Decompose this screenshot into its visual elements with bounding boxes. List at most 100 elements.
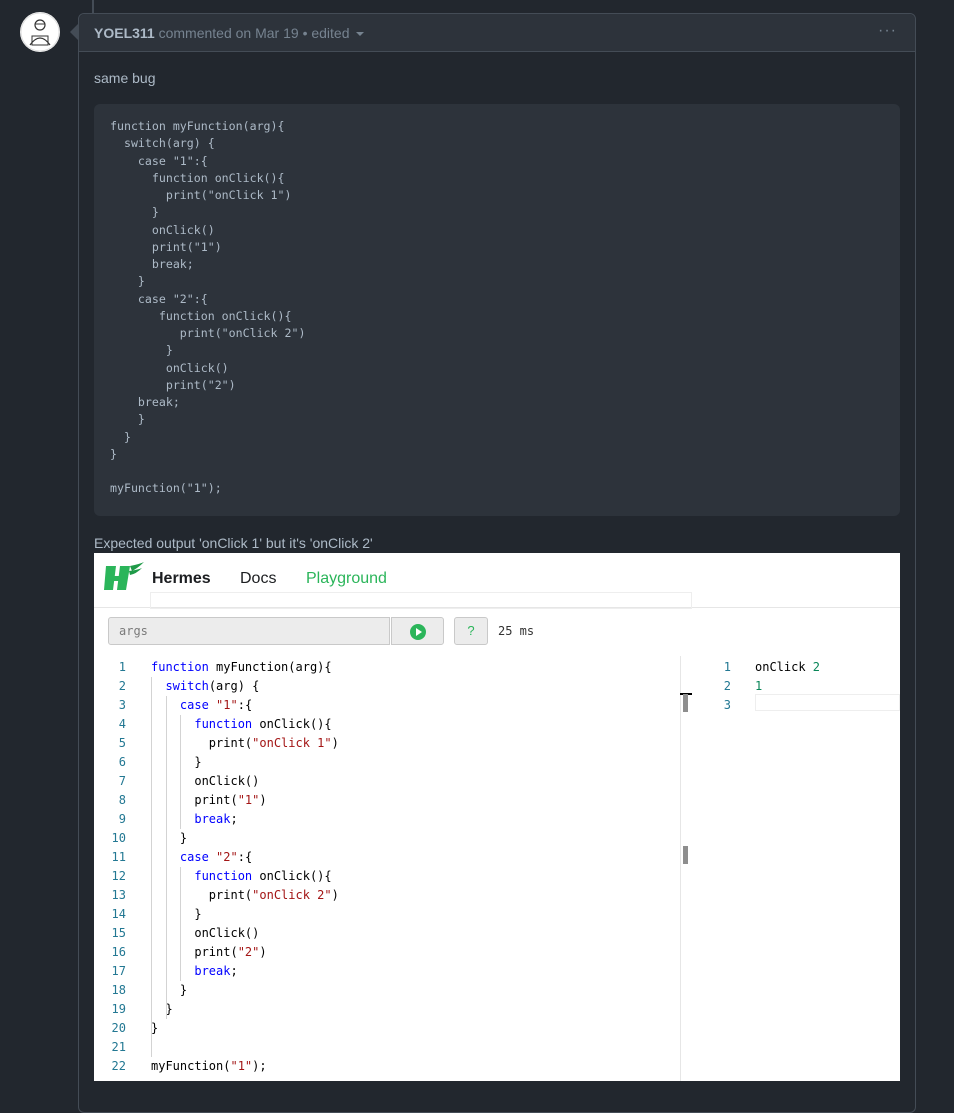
- line-number: 3: [118, 698, 126, 712]
- comment-box: YOEL311 commented on Mar 19 • edited ···…: [78, 13, 916, 1113]
- help-button[interactable]: ?: [454, 617, 488, 645]
- line-number: 7: [118, 774, 126, 788]
- run-button[interactable]: [391, 617, 444, 645]
- line-code: function onClick(){: [194, 869, 332, 883]
- comment-action[interactable]: commented on Mar 19: [159, 25, 299, 41]
- line-number: 1: [723, 660, 731, 674]
- editor-line[interactable]: 21: [94, 1038, 680, 1057]
- line-number: 21: [111, 1040, 126, 1054]
- editor-line[interactable]: 19 }: [94, 1000, 680, 1019]
- line-code: function onClick(){: [194, 717, 332, 731]
- play-triangle: [416, 628, 422, 636]
- indent-guide: [166, 696, 167, 1019]
- line-number: 14: [111, 907, 126, 921]
- editor-line[interactable]: 6 }: [94, 753, 680, 772]
- line-number: 4: [118, 717, 126, 731]
- line-number: 13: [111, 888, 126, 902]
- edited-dropdown[interactable]: edited: [311, 25, 364, 41]
- current-line-highlight: [150, 592, 692, 609]
- line-number: 3: [723, 698, 731, 712]
- line-number: 20: [111, 1021, 126, 1035]
- line-number: 18: [111, 983, 126, 997]
- editor-line[interactable]: 14 }: [94, 905, 680, 924]
- code-block: function myFunction(arg){ switch(arg) { …: [94, 104, 900, 516]
- comment-header: YOEL311 commented on Mar 19 • edited ···: [79, 14, 915, 52]
- comment-meta: YOEL311 commented on Mar 19 • edited: [94, 25, 364, 41]
- editor-line[interactable]: 8 print("1"): [94, 791, 680, 810]
- line-code: onClick(): [151, 926, 260, 940]
- embedded-screenshot[interactable]: Hermes Docs Playground args ? 25 ms 1 fun…: [94, 553, 900, 1081]
- line-number: 10: [111, 831, 126, 845]
- indent-guide: [180, 867, 181, 981]
- line-code: }: [151, 983, 188, 997]
- output-text: 1: [755, 679, 763, 693]
- brand-name[interactable]: Hermes: [152, 570, 211, 588]
- editor-line[interactable]: 2 switch(arg) {: [94, 677, 680, 696]
- line-code: }: [151, 1002, 173, 1016]
- line-code: }: [151, 755, 202, 769]
- line-code: myFunction("1");: [151, 1059, 267, 1073]
- editor-line[interactable]: 9 break;: [94, 810, 680, 829]
- execution-time: 25 ms: [498, 624, 535, 638]
- editor-divider[interactable]: [680, 656, 681, 1081]
- line-number: 17: [111, 964, 126, 978]
- output-line: 3: [681, 696, 900, 715]
- editor-line[interactable]: 16 print("2"): [94, 943, 680, 962]
- editor-line[interactable]: 10 }: [94, 829, 680, 848]
- code-editor[interactable]: 1 function myFunction(arg){ 2 switch(arg) …: [94, 656, 680, 1081]
- editor-line[interactable]: 20}: [94, 1019, 680, 1038]
- line-code: }: [151, 831, 188, 845]
- nav-docs-link[interactable]: Docs: [240, 570, 276, 588]
- line-number: 15: [111, 926, 126, 940]
- editor-line[interactable]: 3 case "1":{: [94, 696, 680, 715]
- editor-line[interactable]: 11 case "2":{: [94, 848, 680, 867]
- hermes-logo-icon[interactable]: [104, 562, 144, 594]
- more-options-button[interactable]: ···: [878, 22, 897, 40]
- line-number: 8: [118, 793, 126, 807]
- editor-line[interactable]: 22 myFunction("1");: [94, 1057, 680, 1076]
- comment-author[interactable]: YOEL311: [94, 25, 155, 41]
- line-number: 16: [111, 945, 126, 959]
- line-number: 12: [111, 869, 126, 883]
- comment-text: same bug: [94, 70, 156, 86]
- line-code: break;: [194, 964, 238, 978]
- indent-guide: [151, 677, 152, 1057]
- line-number: 5: [118, 736, 126, 750]
- avatar[interactable]: [20, 12, 60, 52]
- editor-line[interactable]: 4 function onClick(){: [94, 715, 680, 734]
- line-number: 9: [118, 812, 126, 826]
- line-code: function myFunction(arg){: [151, 660, 332, 674]
- output-line: 1 onClick 2: [681, 658, 900, 677]
- editor-line[interactable]: 17 break;: [94, 962, 680, 981]
- edited-label: edited: [311, 25, 350, 41]
- editor-line[interactable]: 15 onClick(): [94, 924, 680, 943]
- code-content: function myFunction(arg){ switch(arg) { …: [110, 119, 306, 496]
- line-code: print("1"): [151, 793, 267, 807]
- editor-line[interactable]: 13 print("onClick 2"): [94, 886, 680, 905]
- comment-text-expected: Expected output 'onClick 1' but it's 'on…: [94, 535, 373, 551]
- scrollbar-marker: [683, 846, 688, 864]
- line-number: 6: [118, 755, 126, 769]
- line-number: 2: [118, 679, 126, 693]
- output-line: 21: [681, 677, 900, 696]
- line-number: 2: [723, 679, 731, 693]
- line-number: 19: [111, 1002, 126, 1016]
- editor-line[interactable]: 7 onClick(): [94, 772, 680, 791]
- editor-line[interactable]: 12 function onClick(){: [94, 867, 680, 886]
- line-code: }: [151, 1021, 159, 1035]
- editor-line[interactable]: 5 print("onClick 1"): [94, 734, 680, 753]
- line-number: 1: [118, 660, 126, 674]
- comment-caret: [70, 24, 78, 40]
- nav-playground-link[interactable]: Playground: [306, 570, 387, 588]
- line-code: }: [151, 907, 202, 921]
- avatar-illustration-icon: [20, 12, 60, 52]
- line-number: 22: [111, 1059, 126, 1073]
- timeline-line: [92, 0, 94, 13]
- line-code: switch(arg) {: [165, 679, 260, 693]
- line-code: break;: [194, 812, 238, 826]
- args-input[interactable]: args: [108, 617, 390, 645]
- line-code: print("2"): [151, 945, 267, 959]
- meta-separator: •: [302, 25, 308, 41]
- editor-line[interactable]: 1 function myFunction(arg){: [94, 658, 680, 677]
- editor-line[interactable]: 18 }: [94, 981, 680, 1000]
